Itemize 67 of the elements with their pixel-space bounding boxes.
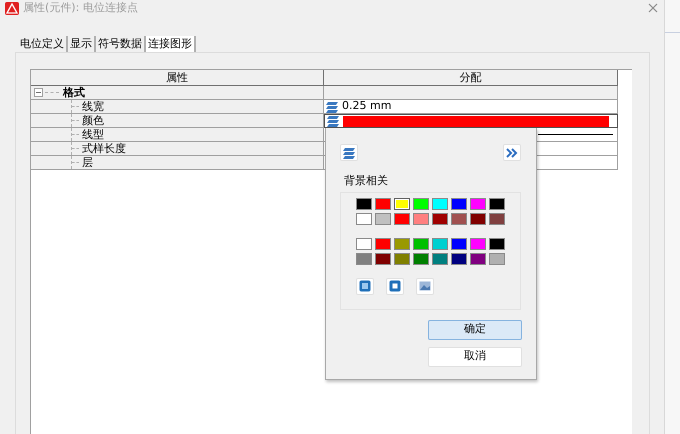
layers-button[interactable] [340,144,358,161]
color-swatch[interactable] [356,212,372,224]
property-value: 0.25 mm [342,98,392,114]
color-swatch[interactable] [470,252,486,264]
layers-icon [325,100,339,114]
close-button[interactable] [648,3,658,13]
color-swatch[interactable] [356,238,372,250]
square-button[interactable] [386,278,404,294]
property-label: 线型 [82,128,104,140]
color-swatch[interactable] [356,198,372,210]
color-swatch[interactable] [356,252,372,264]
color-swatch[interactable] [432,212,448,224]
collapse-toggle[interactable] [34,88,43,97]
column-header[interactable]: 属性 [31,70,324,86]
tab[interactable]: 符号数据 [96,36,146,52]
square-icon [388,279,402,293]
double-chevron-icon [506,148,518,158]
property-label: 线宽 [82,100,104,112]
color-swatch[interactable] [489,252,505,264]
image-icon [418,279,432,293]
color-swatch[interactable] [375,252,391,264]
value-cell[interactable] [324,114,618,128]
column-header[interactable]: 分配 [324,70,618,86]
color-swatch[interactable] [489,238,505,250]
layers-icon [342,146,356,160]
property-label: 颜色 [82,114,104,126]
color-swatch[interactable] [394,198,410,210]
window-title: 属性(元件): 电位连接点 [23,2,138,14]
color-swatch[interactable] [413,252,429,264]
property-label: 层 [82,156,93,168]
color-swatch[interactable] [470,198,486,210]
color-swatch[interactable] [394,252,410,264]
color-swatch[interactable] [413,198,429,210]
cancel-button[interactable]: 取消 [428,346,522,366]
color-swatch[interactable] [413,238,429,250]
color-swatch[interactable] [489,198,505,210]
color-swatch[interactable] [451,238,467,250]
color-swatch[interactable] [451,252,467,264]
color-swatch[interactable] [394,212,410,224]
layers-icon [326,114,340,128]
property-label: 式样长度 [82,142,126,154]
frame-button[interactable] [356,278,374,294]
color-swatch[interactable] [451,198,467,210]
color-swatch[interactable] [432,238,448,250]
warning-icon [5,2,19,14]
color-swatch[interactable] [432,252,448,264]
tab[interactable]: 电位定义 [18,36,68,52]
color-swatch[interactable] [394,238,410,250]
color-swatch[interactable] [343,116,609,126]
color-swatch[interactable] [432,198,448,210]
color-swatch[interactable] [413,212,429,224]
color-swatch[interactable] [451,212,467,224]
group-label: 格式 [63,86,85,98]
color-swatch[interactable] [375,238,391,250]
color-swatch[interactable] [375,198,391,210]
tab[interactable]: 显示 [68,36,96,52]
image-button[interactable] [416,278,434,294]
more-button[interactable] [503,144,521,161]
group-label: 背景相关 [344,175,388,187]
ok-button[interactable]: 确定 [428,320,522,340]
value-cell[interactable]: 0.25 mm [324,100,618,114]
color-swatch[interactable] [470,238,486,250]
tab[interactable]: 连接图形 [146,36,196,52]
frame-icon [358,279,372,293]
color-swatch[interactable] [375,212,391,224]
color-swatch[interactable] [489,212,505,224]
color-swatch[interactable] [470,212,486,224]
